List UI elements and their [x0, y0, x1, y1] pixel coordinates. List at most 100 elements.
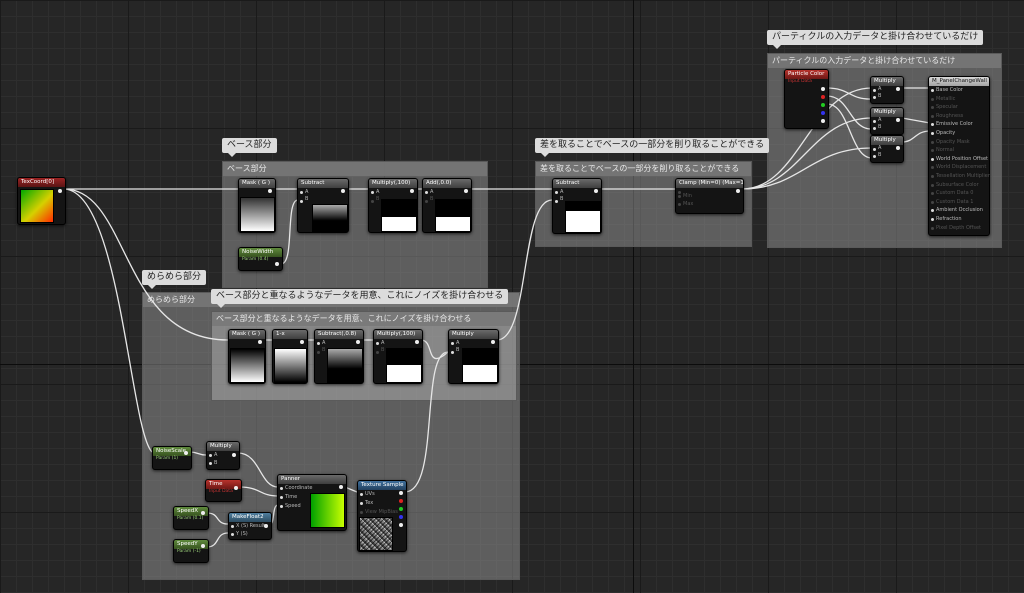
material-pin-tessellation-multiplier[interactable]: Tessellation Multiplier — [929, 172, 990, 181]
subtract-0-8-output-pin[interactable] — [356, 340, 360, 344]
panner-preview — [310, 493, 345, 528]
material-pin-refraction[interactable]: Refraction — [929, 215, 989, 224]
multiply-100-b-node-title: Multiply(,100) — [374, 330, 422, 339]
clamp-node-title: Clamp (Min=0) (Max=1) — [676, 179, 743, 188]
material-pin-emissive-color[interactable]: Emissive Color — [929, 120, 989, 129]
subtract-0-8-node[interactable]: Subtract(,0.8) A B — [314, 329, 364, 384]
material-pin-world-displacement[interactable]: World Displacement — [929, 163, 989, 172]
material-pin-opacity[interactable]: Opacity — [929, 129, 989, 138]
speed-y-subtitle: Param (-1) — [177, 549, 201, 554]
multiply-p3-pin-b[interactable]: B — [871, 152, 903, 159]
subtract-preview — [312, 204, 348, 232]
time-output-pin[interactable] — [234, 486, 238, 490]
noise-width-output-pin[interactable] — [275, 262, 279, 266]
material-pin-world-position-offset[interactable]: World Position Offset — [929, 155, 989, 164]
make-float2-pin-y[interactable]: Y (S) — [229, 530, 271, 538]
material-pin-specular[interactable]: Specular — [929, 103, 989, 112]
mask-g2-preview — [230, 348, 265, 383]
multiply-p2-pin-b[interactable]: B — [871, 124, 903, 131]
material-pin-custom-data-0[interactable]: Custom Data 0 — [929, 189, 989, 198]
noise-scale-output-pin[interactable] — [184, 451, 188, 455]
material-pin-normal[interactable]: Normal — [929, 146, 989, 155]
multiply-p1-output-pin[interactable] — [896, 87, 900, 91]
material-pin-pixel-depth-offset[interactable]: Pixel Depth Offset — [929, 224, 989, 233]
clamp-output-pin[interactable] — [736, 189, 740, 193]
multiply-p2-node-title: Multiply — [871, 108, 903, 117]
material-pin-base-color[interactable]: Base Color — [929, 86, 989, 95]
subtract-diff-node[interactable]: Subtract A B — [552, 178, 602, 234]
multiply-p3-node[interactable]: Multiply A B — [870, 135, 904, 163]
texcoord-output-pin[interactable] — [58, 189, 62, 193]
mask-g-node[interactable]: Mask ( G ) — [238, 178, 276, 233]
texcoord-preview — [20, 189, 54, 223]
multiply-p3-output-pin[interactable] — [896, 146, 900, 150]
noise-width-node[interactable]: NoiseWidth Param (0.4) — [238, 247, 283, 271]
subtract-diff-preview — [565, 201, 601, 233]
texture-sample-output-rgb[interactable] — [399, 491, 403, 495]
particle-color-output-b[interactable] — [821, 111, 825, 115]
panner-output-pin[interactable] — [339, 485, 343, 489]
mask-g2-output-pin[interactable] — [258, 340, 262, 344]
mask-g2-node[interactable]: Mask ( G ) — [228, 329, 266, 384]
texture-sample-output-a[interactable] — [399, 523, 403, 527]
subtract-output-pin[interactable] — [341, 189, 345, 193]
multiply-100-node[interactable]: Multiply(,100) A B — [368, 178, 418, 233]
multiply-scale-pin-b[interactable]: B — [207, 459, 239, 467]
subtract-diff-node-title: Subtract — [553, 179, 601, 188]
subtract-pin-b[interactable]: B — [298, 197, 348, 203]
multiply-100-b-node[interactable]: Multiply(,100) A B — [373, 329, 423, 384]
time-node[interactable]: Time Input Data — [205, 479, 242, 502]
texture-sample-node[interactable]: Texture Sample UVs Tex View MipBias — [357, 480, 407, 552]
particle-color-output-g[interactable] — [821, 103, 825, 107]
speed-x-output-pin[interactable] — [201, 511, 205, 515]
particle-color-output-r[interactable] — [821, 95, 825, 99]
noise-scale-node[interactable]: NoiseScale Param (1) — [152, 446, 192, 470]
make-float2-node[interactable]: MakeFloat2 X (S) Result Y (S) — [228, 512, 272, 540]
multiply-100-preview — [381, 199, 417, 232]
multiply-noise-output-pin[interactable] — [491, 340, 495, 344]
panner-pin-coordinate[interactable]: Coordinate — [278, 484, 346, 493]
material-output-node[interactable]: M_PanelChangeWall Base Color Metallic Spec… — [928, 76, 990, 236]
subtract-node[interactable]: Subtract A B — [297, 178, 349, 233]
particle-color-node[interactable]: Particle Color Input Data — [784, 69, 829, 129]
material-pin-metallic[interactable]: Metallic — [929, 95, 989, 104]
clamp-pin-max[interactable]: Max — [676, 200, 743, 208]
clamp-pin-min[interactable]: Min — [676, 192, 743, 200]
one-minus-node[interactable]: 1-x — [272, 329, 308, 384]
clamp-node[interactable]: Clamp (Min=0) (Max=1) Min Max — [675, 178, 744, 214]
add-output-pin[interactable] — [464, 189, 468, 193]
texture-sample-output-r[interactable] — [399, 499, 403, 503]
material-pin-subsurface-color[interactable]: Subsurface Color — [929, 181, 989, 190]
make-float2-output-pin[interactable] — [264, 524, 268, 528]
material-pin-opacity-mask[interactable]: Opacity Mask — [929, 138, 989, 147]
panner-node[interactable]: Panner Coordinate Time Speed — [277, 474, 347, 531]
multiply-scale-node[interactable]: Multiply A B — [206, 441, 240, 470]
mask-g-output-pin[interactable] — [268, 189, 272, 193]
speed-x-node[interactable]: SpeedX Param (0.1) — [173, 506, 209, 530]
one-minus-output-pin[interactable] — [300, 340, 304, 344]
multiply-p1-pin-b[interactable]: B — [871, 93, 903, 100]
particle-color-output-rgb[interactable] — [821, 87, 825, 91]
texture-sample-output-g[interactable] — [399, 507, 403, 511]
speed-y-output-pin[interactable] — [201, 544, 205, 548]
multiply-scale-output-pin[interactable] — [232, 453, 236, 457]
speed-y-node[interactable]: SpeedY Param (-1) — [173, 539, 209, 563]
speed-x-subtitle: Param (0.1) — [177, 516, 204, 521]
texture-sample-node-title: Texture Sample — [358, 481, 406, 490]
multiply-100-b-output-pin[interactable] — [415, 340, 419, 344]
material-pin-custom-data-1[interactable]: Custom Data 1 — [929, 198, 989, 207]
texture-sample-output-b[interactable] — [399, 515, 403, 519]
material-pin-ambient-occlusion[interactable]: Ambient Occlusion — [929, 206, 989, 215]
add-node-title: Add(,0.0) — [423, 179, 471, 188]
texcoord-node[interactable]: TexCoord[0] — [17, 177, 66, 225]
add-node[interactable]: Add(,0.0) A B — [422, 178, 472, 233]
subtract-diff-output-pin[interactable] — [594, 189, 598, 193]
material-pin-roughness[interactable]: Roughness — [929, 112, 989, 121]
multiply-p2-node[interactable]: Multiply A B — [870, 107, 904, 135]
particle-color-output-a[interactable] — [821, 119, 825, 123]
multiply-p1-node[interactable]: Multiply A B — [870, 76, 904, 104]
multiply-p2-output-pin[interactable] — [896, 118, 900, 122]
multiply-noise-node[interactable]: Multiply A B — [448, 329, 499, 384]
panner-node-title: Panner — [278, 475, 346, 484]
multiply-100-output-pin[interactable] — [410, 189, 414, 193]
